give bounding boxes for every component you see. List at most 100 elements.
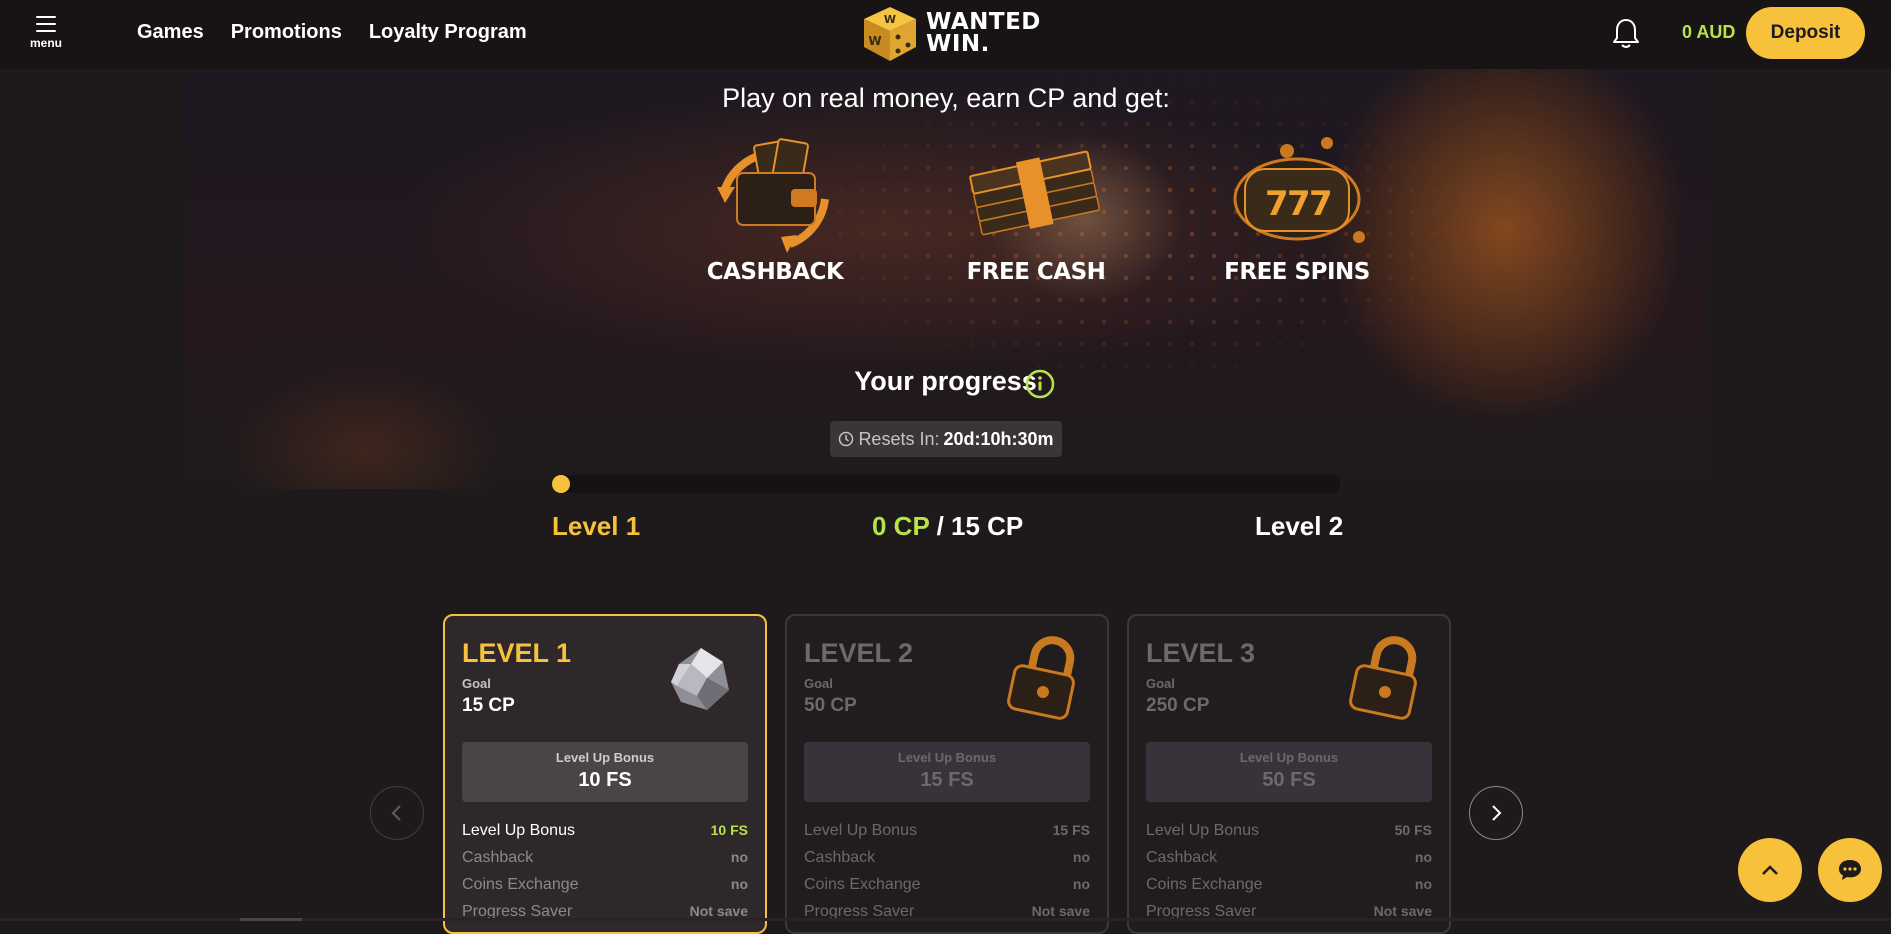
menu-button[interactable]: menu [24, 12, 68, 56]
cash-stack-icon [969, 150, 1101, 236]
bonus-value: 15 FS [920, 769, 974, 791]
bonus-value: 10 FS [578, 769, 632, 791]
current-level-label: Level 1 [552, 511, 641, 541]
goal-label: Goal [1146, 676, 1175, 691]
detail-value: Not save [689, 903, 748, 919]
carousel-prev-button[interactable] [370, 786, 424, 840]
detail-key: Cashback [804, 849, 876, 866]
carousel-next-button[interactable] [1469, 786, 1523, 840]
svg-text:W: W [884, 13, 896, 26]
level-card-1[interactable]: LEVEL 1 Goal 15 CP Level Up Bonus 10 FS … [443, 614, 767, 934]
detail-key: Progress Saver [1146, 903, 1257, 920]
bonus-label: Level Up Bonus [555, 750, 655, 765]
main-nav: Games Promotions Loyalty Program [137, 21, 527, 44]
goal-label: Goal [462, 676, 491, 691]
balance-display: 0 AUD [1682, 22, 1736, 42]
site-logo[interactable]: W W WANTED WIN. [860, 3, 1041, 63]
cp-separator: / [929, 511, 952, 541]
detail-key: Cashback [462, 849, 534, 866]
detail-key: Level Up Bonus [462, 822, 575, 839]
clock-icon [839, 431, 854, 447]
nav-promotions[interactable]: Promotions [231, 21, 342, 44]
svg-text:W: W [868, 34, 881, 48]
level-details: Level Up Bonus 10 FS Cashback no Coins Exc… [462, 822, 748, 930]
detail-value: no [1072, 876, 1090, 892]
detail-key: Level Up Bonus [804, 822, 917, 839]
cp-goal: 15 CP [951, 511, 1024, 541]
cp-current: 0 CP [872, 511, 930, 541]
bonus-value: 50 FS [1262, 769, 1316, 791]
detail-value: no [1414, 849, 1432, 865]
level-details: Level Up Bonus 50 FS Cashback no Coins Exc… [1146, 822, 1432, 930]
detail-key: Coins Exchange [804, 876, 921, 893]
goal-value: 250 CP [1146, 695, 1210, 716]
detail-key: Coins Exchange [1146, 876, 1263, 893]
level-details: Level Up Bonus 15 FS Cashback no Coins Exc… [804, 822, 1090, 930]
feature-label: CASHBACK [706, 259, 844, 285]
detail-value: 15 FS [1052, 822, 1090, 838]
logo-line-2: WIN. [926, 31, 990, 57]
level-card-2[interactable]: LEVEL 2 Goal 50 CP Level Up Bonus 15 FS … [785, 614, 1109, 934]
detail-row: Cashback no [462, 849, 748, 876]
feature-free-cash: FREE CASH [946, 129, 1126, 285]
chevron-up-icon [1762, 865, 1778, 875]
level-card-title: LEVEL 1 [462, 638, 572, 668]
resets-value: 20d:10h:30m [943, 428, 1054, 449]
padlock-icon [1349, 636, 1417, 720]
hamburger-icon [36, 16, 56, 32]
top-header: menu Games Promotions Loyalty Program W … [0, 0, 1891, 69]
bell-icon[interactable] [1610, 16, 1642, 50]
detail-value: no [730, 876, 748, 892]
bonus-label: Level Up Bonus [1239, 750, 1339, 765]
detail-row: Level Up Bonus 15 FS [804, 822, 1090, 849]
padlock-icon [1007, 636, 1075, 720]
scroll-top-button[interactable] [1738, 838, 1802, 902]
next-level-label: Level 2 [1255, 511, 1344, 541]
menu-label: menu [29, 36, 62, 50]
chevron-right-icon [1492, 805, 1502, 821]
detail-row: Progress Saver Not save [462, 903, 748, 930]
detail-key: Cashback [1146, 849, 1218, 866]
slot-777-icon: 7 7 7 [1233, 137, 1365, 243]
info-icon[interactable] [1025, 369, 1055, 399]
nav-games[interactable]: Games [137, 21, 204, 44]
chevron-left-icon [391, 805, 401, 821]
svg-text:7: 7 [1265, 184, 1289, 224]
cp-progress: 0 CP / 15 CP [872, 511, 1023, 542]
progress-title: Your progress [854, 366, 1037, 396]
svg-text:7: 7 [1309, 184, 1333, 224]
wallet-cards-icon [717, 138, 829, 253]
goal-value: 15 CP [462, 695, 515, 716]
detail-value: Not save [1031, 903, 1090, 919]
detail-row: Cashback no [804, 849, 1090, 876]
hero-title: Play on real money, earn CP and get: [722, 83, 1170, 113]
level-up-bonus-box: Level Up Bonus 15 FS [804, 742, 1090, 802]
deposit-button[interactable]: Deposit [1746, 7, 1865, 59]
progress-bar [552, 475, 1340, 493]
detail-row: Progress Saver Not save [1146, 903, 1432, 930]
progress-knob [552, 475, 570, 493]
goal-label: Goal [804, 676, 833, 691]
detail-value: no [730, 849, 748, 865]
detail-value: no [1414, 876, 1432, 892]
chat-button[interactable] [1818, 838, 1882, 902]
detail-row: Coins Exchange no [462, 876, 748, 903]
detail-key: Level Up Bonus [1146, 822, 1259, 839]
logo-text: WANTED WIN. [926, 9, 1041, 57]
detail-value: no [1072, 849, 1090, 865]
logo-line-1: WANTED [926, 9, 1041, 35]
detail-row: Coins Exchange no [804, 876, 1090, 903]
feature-label: FREE SPINS [1224, 259, 1370, 285]
feature-label: FREE CASH [966, 259, 1106, 285]
goal-value: 50 CP [804, 695, 857, 716]
feature-cashback: CASHBACK [685, 129, 865, 285]
level-card-3[interactable]: LEVEL 3 Goal 250 CP Level Up Bonus 50 FS… [1127, 614, 1451, 934]
reset-timer: Resets In: 20d:10h:30m [830, 421, 1062, 457]
detail-row: Level Up Bonus 50 FS [1146, 822, 1432, 849]
level-card-title: LEVEL 3 [1146, 638, 1256, 668]
level-up-bonus-box: Level Up Bonus 10 FS [462, 742, 748, 802]
dice-logo-icon: W W [864, 7, 916, 61]
detail-key: Coins Exchange [462, 876, 579, 893]
nav-loyalty-program[interactable]: Loyalty Program [369, 21, 527, 44]
detail-row: Progress Saver Not save [804, 903, 1090, 930]
